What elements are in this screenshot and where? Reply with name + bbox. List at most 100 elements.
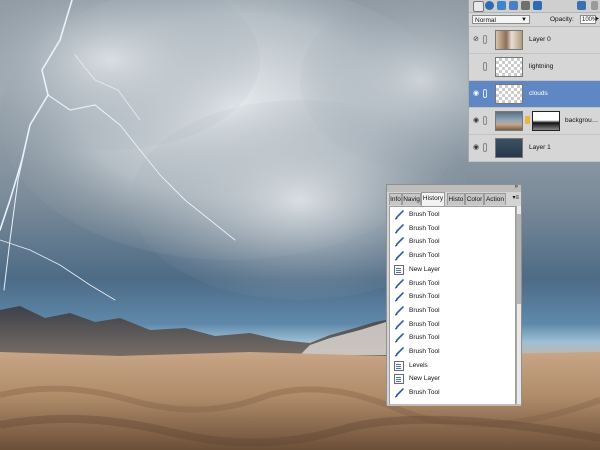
tab-color[interactable]: Color bbox=[465, 193, 484, 205]
layer-name: Layer 1 bbox=[529, 144, 551, 151]
scrollbar-thumb[interactable] bbox=[517, 214, 521, 304]
brush-icon bbox=[394, 306, 404, 316]
history-item[interactable]: Brush Tool bbox=[390, 249, 515, 263]
layer-row-lightning[interactable]: lightning bbox=[469, 54, 600, 81]
history-item-label: New Layer bbox=[409, 375, 441, 383]
history-item-label: Brush Tool bbox=[409, 224, 440, 232]
mask-icon[interactable] bbox=[497, 1, 506, 10]
panel-menu-icon[interactable]: ▾≡ bbox=[512, 194, 519, 201]
layer-name: lightning bbox=[529, 63, 554, 70]
new-layer-icon bbox=[394, 264, 404, 275]
eye-slash-icon[interactable]: ⊘ bbox=[473, 36, 480, 43]
history-item-label: Brush Tool bbox=[409, 238, 440, 246]
new-layer-icon bbox=[394, 374, 404, 385]
tab-history[interactable]: History bbox=[421, 192, 445, 206]
brush-icon bbox=[394, 278, 404, 289]
tab-actions[interactable]: Action bbox=[484, 193, 506, 205]
brush-icon bbox=[394, 223, 404, 234]
history-item[interactable]: Brush Tool bbox=[390, 208, 515, 222]
history-item[interactable]: Levels bbox=[390, 359, 515, 373]
history-item-label: Brush Tool bbox=[409, 279, 440, 287]
trash-icon[interactable] bbox=[577, 1, 586, 10]
brush-icon bbox=[394, 237, 404, 247]
history-item-label: Brush Tool bbox=[409, 334, 440, 342]
opacity-label: Opacity: bbox=[550, 16, 574, 23]
history-item-label: Brush Tool bbox=[409, 320, 440, 328]
layer-thumbnail bbox=[495, 30, 523, 50]
layers-toolbar bbox=[469, 0, 600, 13]
history-item[interactable]: Brush Tool bbox=[390, 277, 515, 291]
adjustment-layer-icon[interactable] bbox=[485, 1, 494, 10]
panel-tabs: Info Navig History Histo Color Action bbox=[388, 192, 521, 206]
link-icon bbox=[483, 116, 487, 125]
eye-icon[interactable]: ◉ bbox=[473, 144, 480, 151]
eye-icon[interactable]: ◉ bbox=[473, 117, 480, 124]
history-item[interactable]: Brush Tool bbox=[390, 290, 515, 304]
layer-row-clouds[interactable]: ◉ clouds bbox=[469, 81, 600, 108]
layer-row-layer-0[interactable]: ⊘ Layer 0 bbox=[469, 27, 600, 54]
tab-info[interactable]: Info bbox=[389, 193, 402, 205]
brush-icon bbox=[394, 333, 404, 343]
panel-menu-icon[interactable] bbox=[591, 1, 598, 10]
panel-title-bar[interactable]: » bbox=[387, 184, 521, 192]
history-item[interactable]: Brush Tool bbox=[390, 235, 515, 249]
brush-icon bbox=[394, 210, 404, 220]
layer-row-layer-1[interactable]: ◉ Layer 1 bbox=[469, 135, 600, 162]
brush-icon bbox=[394, 251, 404, 261]
history-scrollbar[interactable] bbox=[516, 206, 521, 405]
history-item[interactable]: Brush Tool bbox=[390, 386, 515, 400]
tab-navigator[interactable]: Navig bbox=[402, 193, 421, 205]
collapse-icon[interactable]: » bbox=[515, 184, 518, 190]
group-icon[interactable] bbox=[509, 1, 518, 10]
link-icon[interactable] bbox=[533, 1, 542, 10]
layer-name: backgrou… bbox=[565, 117, 599, 124]
chevron-down-icon: ▼ bbox=[521, 17, 527, 23]
history-panel: » Info Navig History Histo Color Action … bbox=[386, 184, 522, 406]
history-item-label: Brush Tool bbox=[409, 306, 440, 314]
history-item[interactable]: Brush Tool bbox=[390, 318, 515, 332]
levels-icon bbox=[394, 360, 404, 371]
chevron-right-icon[interactable]: ▸ bbox=[596, 15, 600, 24]
layers-options-row: Normal ▼ Opacity: 100% ▸ bbox=[469, 13, 600, 27]
link-icon bbox=[483, 89, 487, 98]
layers-panel: Normal ▼ Opacity: 100% ▸ ⊘ Layer 0 light… bbox=[468, 0, 600, 162]
layer-thumbnail bbox=[495, 84, 523, 104]
link-icon bbox=[483, 143, 487, 152]
layer-name: clouds bbox=[529, 90, 548, 97]
history-item-label: Levels bbox=[409, 361, 428, 369]
history-item[interactable]: Brush Tool bbox=[390, 331, 515, 345]
panel-bottom-bar bbox=[387, 404, 521, 406]
tab-histogram[interactable]: Histo bbox=[447, 193, 465, 205]
history-item-label: New Layer bbox=[409, 265, 441, 273]
eye-icon[interactable]: ◉ bbox=[473, 90, 480, 97]
brush-icon bbox=[394, 319, 404, 330]
link-icon bbox=[483, 35, 487, 44]
brush-icon bbox=[394, 292, 404, 302]
blend-mode-value: Normal bbox=[475, 17, 496, 24]
layer-mask-thumbnail bbox=[532, 111, 560, 131]
history-item[interactable]: Brush Tool bbox=[390, 222, 515, 236]
layer-row-background[interactable]: ◉ backgrou… bbox=[469, 108, 600, 135]
layer-thumbnail bbox=[495, 138, 523, 158]
history-item[interactable]: New Layer bbox=[390, 372, 515, 386]
history-item-label: Brush Tool bbox=[409, 348, 440, 355]
layer-thumbnail bbox=[495, 57, 523, 77]
history-item[interactable]: Brush Tool bbox=[390, 304, 515, 318]
opacity-input[interactable]: 100% bbox=[580, 15, 597, 24]
layer-thumbnail bbox=[495, 111, 523, 131]
blend-mode-select[interactable]: Normal ▼ bbox=[472, 15, 530, 24]
history-item-label: Brush Tool bbox=[409, 293, 440, 301]
lock-icon[interactable] bbox=[521, 1, 530, 10]
link-icon bbox=[483, 62, 487, 71]
history-list: Brush Tool Brush Tool Brush Tool Brush Tool… bbox=[389, 206, 516, 405]
brush-icon bbox=[394, 347, 404, 357]
snowy-ridge bbox=[300, 322, 386, 355]
layer-name: Layer 0 bbox=[529, 36, 551, 43]
history-item-label: Brush Tool bbox=[409, 252, 440, 260]
history-item[interactable]: New Layer bbox=[390, 263, 515, 277]
brush-icon bbox=[394, 388, 404, 398]
history-item[interactable]: Brush Tool bbox=[390, 345, 515, 359]
mask-link-icon bbox=[525, 116, 530, 124]
history-item-label: Brush Tool bbox=[409, 389, 440, 397]
new-layer-icon[interactable] bbox=[473, 1, 484, 12]
